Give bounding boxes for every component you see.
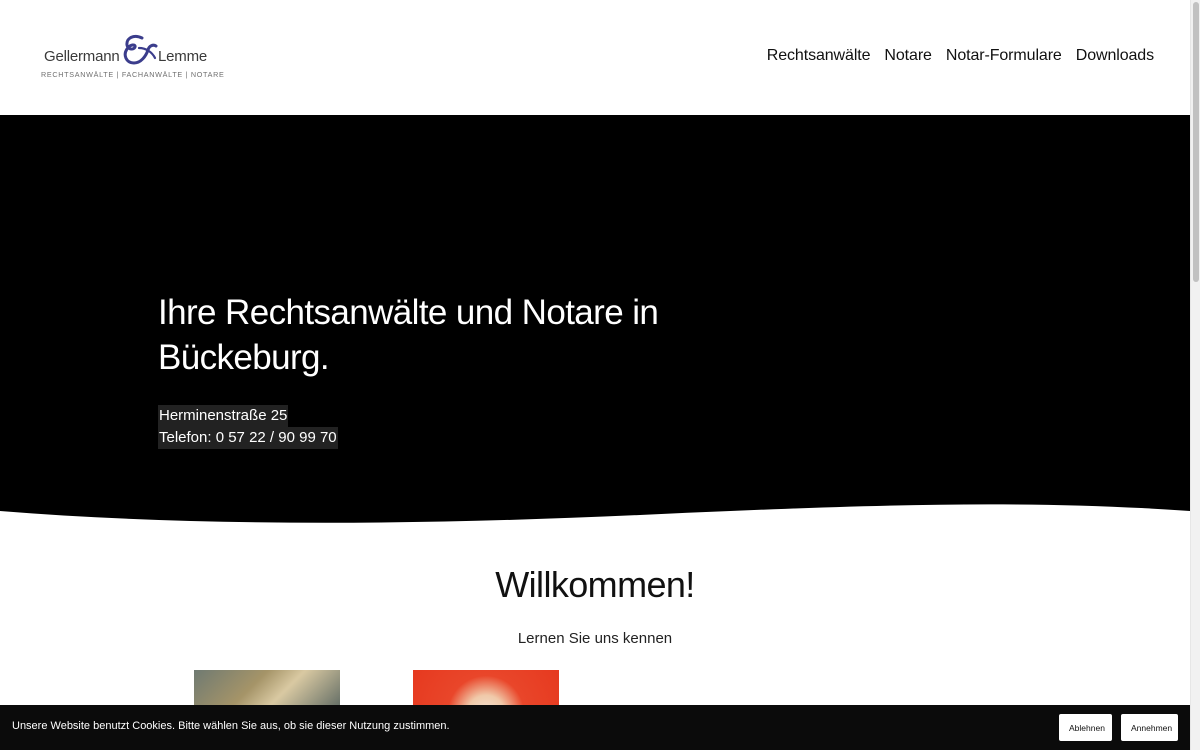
page-scrollbar[interactable]: [1190, 0, 1200, 750]
cookie-banner: Unsere Website benutzt Cookies. Bitte wä…: [0, 705, 1190, 750]
hero-street: Herminenstraße 25: [158, 405, 289, 427]
accept-cookies-button[interactable]: Annehmen: [1121, 714, 1178, 741]
site-header: Gellermann Lemme RECHTSANWÄLTE | FACHANW…: [0, 0, 1190, 115]
nav-item-rechtsanwaelte[interactable]: Rechtsanwälte: [767, 47, 871, 65]
team-portrait-1[interactable]: [194, 670, 340, 710]
ampersand-icon: [123, 34, 158, 65]
logo-subtitle: RECHTSANWÄLTE | FACHANWÄLTE | NOTARE: [41, 70, 225, 79]
cookie-text: Unsere Website benutzt Cookies. Bitte wä…: [12, 720, 450, 732]
nav-item-notar-formulare[interactable]: Notar-Formulare: [946, 47, 1062, 65]
team-portrait-2[interactable]: [413, 670, 559, 710]
hero-phone[interactable]: Telefon: 0 57 22 / 90 99 70: [158, 427, 338, 449]
logo-name-right: Lemme: [158, 48, 208, 65]
nav-item-notare[interactable]: Notare: [884, 47, 932, 65]
logo-name-left: Gellermann: [44, 48, 120, 65]
hero-section: Ihre Rechtsanwälte und Notare in Bückebu…: [0, 115, 1190, 525]
hero-address: Herminenstraße 25 Telefon: 0 57 22 / 90 …: [158, 405, 338, 449]
welcome-title: Willkommen!: [495, 564, 695, 605]
logo[interactable]: Gellermann Lemme RECHTSANWÄLTE | FACHANW…: [40, 34, 224, 84]
hero-title: Ihre Rechtsanwälte und Notare in Bückebu…: [158, 293, 659, 377]
welcome-subtitle: Lernen Sie uns kennen: [517, 630, 673, 647]
main-nav: Rechtsanwälte Notare Notar-Formulare Dow…: [767, 47, 1154, 65]
nav-item-downloads[interactable]: Downloads: [1076, 47, 1154, 65]
hero-wave-divider: [0, 504, 1190, 525]
scrollbar-thumb[interactable]: [1193, 2, 1199, 282]
decline-cookies-button[interactable]: Ablehnen: [1059, 714, 1112, 741]
